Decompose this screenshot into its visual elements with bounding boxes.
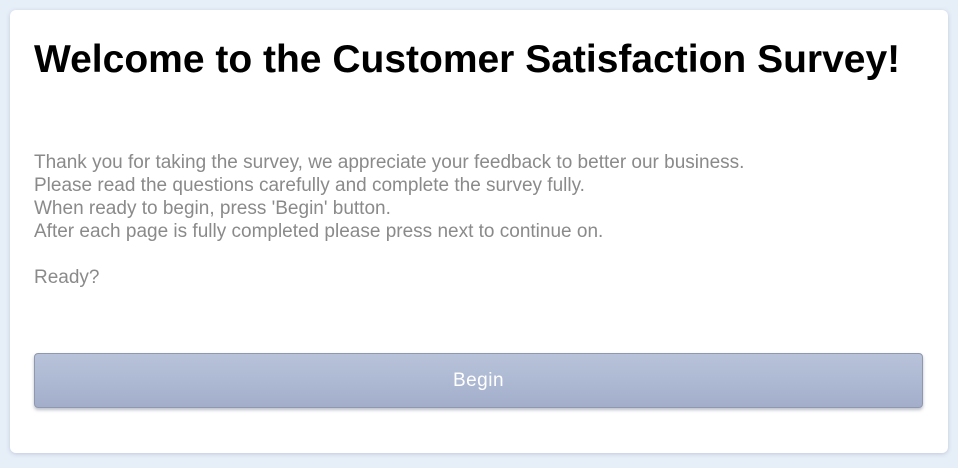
intro-line-thanks: Thank you for taking the survey, we appr…	[34, 152, 745, 173]
ready-prompt: Ready?	[34, 267, 100, 288]
intro-line-next-hint: After each page is fully completed pleas…	[34, 221, 604, 242]
intro-text: Thank you for taking the survey, we appr…	[34, 151, 744, 289]
page-title: Welcome to the Customer Satisfaction Sur…	[34, 38, 901, 81]
begin-button[interactable]: Begin	[34, 353, 923, 408]
survey-card: Welcome to the Customer Satisfaction Sur…	[10, 10, 948, 453]
intro-line-begin-hint: When ready to begin, press 'Begin' butto…	[34, 198, 391, 219]
intro-line-instructions: Please read the questions carefully and …	[34, 175, 585, 196]
